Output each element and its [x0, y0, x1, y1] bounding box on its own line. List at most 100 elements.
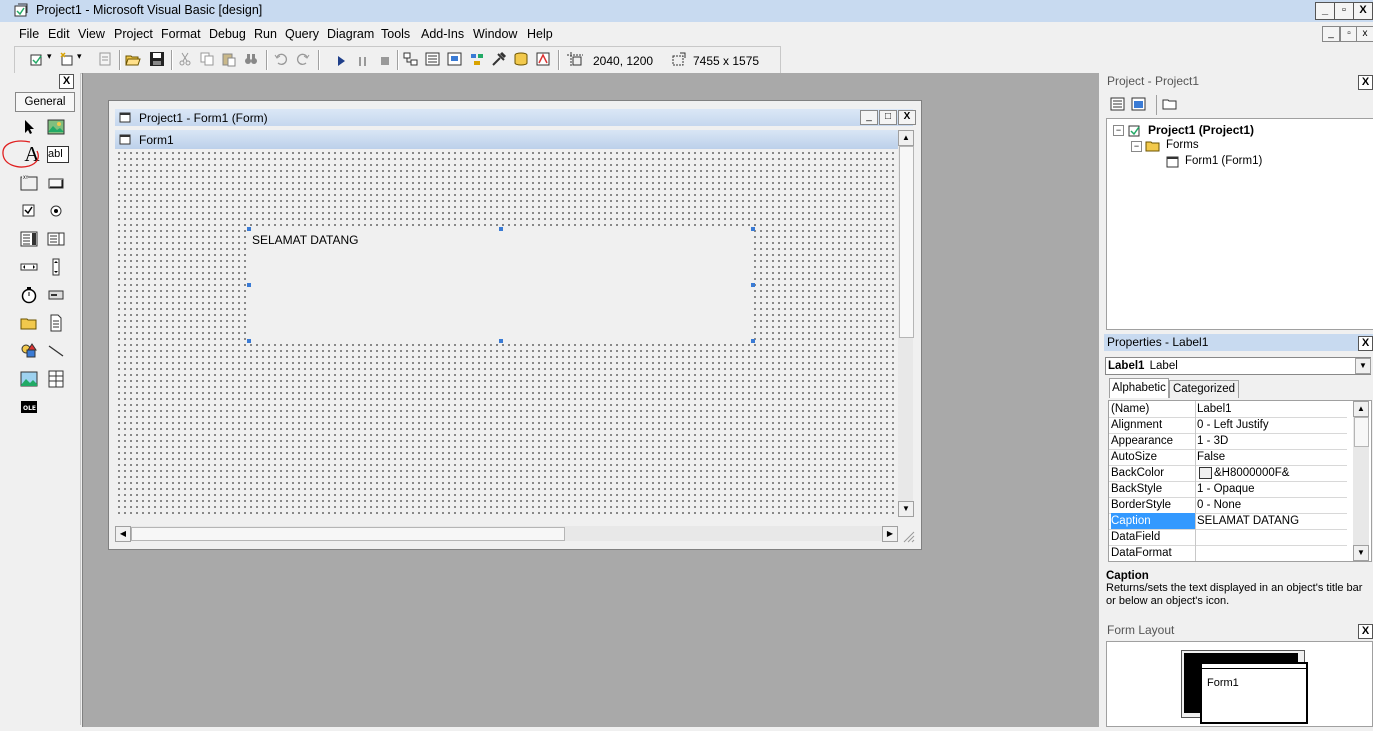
menu-addins[interactable]: Add-Ins	[421, 27, 464, 41]
property-scroll-thumb[interactable]	[1354, 417, 1369, 447]
checkbox-tool-icon[interactable]	[20, 202, 38, 220]
form1-titlebar[interactable]: Form1	[115, 130, 898, 149]
ole-tool-icon[interactable]: OLE	[20, 398, 38, 416]
listbox-tool-icon[interactable]	[47, 230, 65, 248]
resize-handle[interactable]	[247, 283, 251, 287]
property-row[interactable]: Appearance 1 - 3D	[1109, 433, 1347, 450]
properties-panel-close-button[interactable]: X	[1358, 336, 1373, 351]
vertical-scroll-thumb[interactable]	[899, 146, 914, 338]
collapse-project-icon[interactable]: −	[1113, 125, 1124, 136]
toggle-folders-icon[interactable]	[1162, 96, 1178, 112]
commandbutton-tool-icon[interactable]	[47, 174, 65, 192]
toolbox-tab-general[interactable]: General	[15, 92, 75, 112]
end-icon[interactable]	[377, 53, 393, 69]
resize-handle[interactable]	[247, 339, 251, 343]
visual-component-manager-icon[interactable]	[535, 51, 551, 67]
optionbutton-tool-icon[interactable]	[47, 202, 65, 220]
property-row[interactable]: Alignment 0 - Left Justify	[1109, 417, 1347, 434]
scroll-left-icon[interactable]: ◀	[115, 526, 131, 542]
menu-format[interactable]: Format	[161, 27, 201, 41]
property-row[interactable]: BackStyle 1 - Opaque	[1109, 481, 1347, 498]
data-tool-icon[interactable]	[47, 370, 65, 388]
shape-tool-icon[interactable]	[20, 342, 38, 360]
menu-editor-icon[interactable]	[97, 51, 113, 67]
collapse-forms-icon[interactable]: −	[1131, 141, 1142, 152]
save-project-icon[interactable]	[149, 51, 165, 67]
menu-file[interactable]: File	[19, 27, 39, 41]
property-value[interactable]: 1 - Opaque	[1197, 481, 1349, 497]
property-value[interactable]: SELAMAT DATANG	[1197, 513, 1349, 529]
add-form-icon[interactable]	[59, 51, 75, 67]
property-row-selected[interactable]: Caption SELAMAT DATANG	[1109, 513, 1347, 530]
paste-icon[interactable]	[221, 51, 237, 67]
minimize-button[interactable]: _	[1315, 2, 1335, 20]
add-project-icon[interactable]	[29, 51, 45, 67]
property-row[interactable]: BackColor &H8000000F&	[1109, 465, 1347, 482]
property-row[interactable]: (Name) Label1	[1109, 401, 1347, 418]
copy-icon[interactable]	[199, 51, 215, 67]
image-tool-icon[interactable]	[20, 370, 38, 388]
form-designer-minimize-button[interactable]: _	[860, 110, 878, 125]
toolbox-icon[interactable]	[491, 51, 507, 67]
resize-handle[interactable]	[751, 283, 755, 287]
form-horizontal-scrollbar[interactable]: ◀ ▶	[115, 526, 898, 542]
property-value[interactable]: 1 - 3D	[1197, 433, 1349, 449]
timer-tool-icon[interactable]	[20, 286, 38, 304]
filelistbox-tool-icon[interactable]	[47, 314, 65, 332]
property-value[interactable]: &H8000000F&	[1197, 465, 1349, 481]
scroll-down-icon[interactable]: ▼	[898, 501, 914, 517]
mdi-close-button[interactable]: x	[1356, 26, 1373, 42]
scroll-right-icon[interactable]: ▶	[882, 526, 898, 542]
form-vertical-scrollbar[interactable]: ▲ ▼	[898, 130, 914, 517]
scroll-down-icon[interactable]: ▼	[1353, 545, 1369, 561]
menu-query[interactable]: Query	[285, 27, 319, 41]
property-grid-scrollbar[interactable]: ▲ ▼	[1353, 401, 1369, 561]
resize-handle[interactable]	[247, 227, 251, 231]
picturebox-tool-icon[interactable]	[47, 118, 65, 136]
textbox-tool-icon[interactable]: abl	[47, 146, 69, 163]
tree-forms-node[interactable]: Forms	[1166, 139, 1199, 151]
resize-handle[interactable]	[751, 227, 755, 231]
mdi-minimize-button[interactable]: _	[1322, 26, 1340, 42]
project-panel-close-button[interactable]: X	[1358, 75, 1373, 90]
menu-project[interactable]: Project	[114, 27, 153, 41]
property-value[interactable]: 0 - None	[1197, 497, 1349, 513]
property-row[interactable]: BorderStyle 0 - None	[1109, 497, 1347, 514]
label1-control[interactable]: SELAMAT DATANG	[249, 229, 753, 341]
tree-project-node[interactable]: Project1 (Project1)	[1148, 123, 1254, 137]
menu-view[interactable]: View	[78, 27, 105, 41]
form-designer-maximize-button[interactable]: □	[879, 110, 897, 125]
menu-window[interactable]: Window	[473, 27, 517, 41]
property-row[interactable]: DataField	[1109, 529, 1347, 546]
tab-categorized[interactable]: Categorized	[1169, 380, 1239, 398]
scroll-up-icon[interactable]: ▲	[898, 130, 914, 146]
properties-window-icon[interactable]	[425, 51, 441, 67]
open-project-icon[interactable]	[125, 51, 141, 67]
scroll-up-icon[interactable]: ▲	[1353, 401, 1369, 417]
dirlistbox-tool-icon[interactable]	[20, 314, 38, 332]
resize-handle[interactable]	[499, 339, 503, 343]
find-icon[interactable]	[243, 51, 259, 67]
menu-tools[interactable]: Tools	[381, 27, 410, 41]
toolbox-close-button[interactable]: X	[59, 74, 74, 89]
drivelistbox-tool-icon[interactable]	[47, 286, 65, 304]
form-designer-titlebar[interactable]: Project1 - Form1 (Form) _ □ X	[115, 109, 916, 126]
size-grip-icon[interactable]	[901, 529, 915, 543]
vscrollbar-tool-icon[interactable]	[47, 258, 65, 276]
form-layout-close-button[interactable]: X	[1358, 624, 1373, 639]
start-icon[interactable]	[333, 53, 349, 69]
data-view-icon[interactable]	[513, 51, 529, 67]
add-project-dropdown-icon[interactable]: ▾	[47, 51, 52, 62]
tree-form1-node[interactable]: Form1 (Form1)	[1185, 155, 1262, 167]
menu-diagram[interactable]: Diagram	[327, 27, 374, 41]
menu-help[interactable]: Help	[527, 27, 553, 41]
redo-icon[interactable]	[295, 51, 311, 67]
menu-run[interactable]: Run	[254, 27, 277, 41]
restore-button[interactable]: ▫	[1334, 2, 1354, 20]
menu-debug[interactable]: Debug	[209, 27, 246, 41]
property-row[interactable]: AutoSize False	[1109, 449, 1347, 466]
undo-icon[interactable]	[273, 51, 289, 67]
line-tool-icon[interactable]	[47, 342, 65, 360]
view-code-icon[interactable]	[1110, 96, 1126, 112]
add-form-dropdown-icon[interactable]: ▾	[77, 51, 82, 62]
